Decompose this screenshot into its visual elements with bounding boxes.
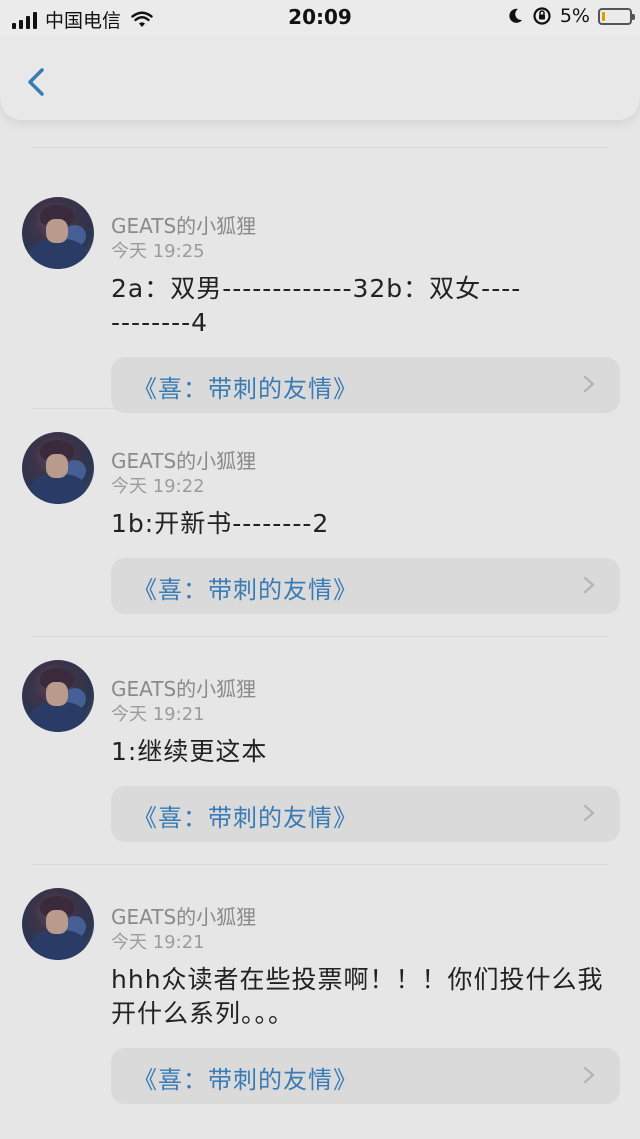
book-link-card[interactable]: 《喜：带刺的友情》 [111, 786, 620, 842]
post-feed: GEATS的小狐狸 今天 19:25 2a：双男-------------32b… [0, 120, 640, 1125]
book-title: 《喜：带刺的友情》 [133, 1066, 358, 1094]
avatar[interactable] [22, 432, 94, 504]
post-item: GEATS的小狐狸 今天 19:21 hhh众读者在些投票啊！！！你们投什么我开… [0, 865, 640, 1125]
author-name[interactable]: GEATS的小狐狸 [111, 210, 256, 239]
post-item: GEATS的小狐狸 今天 19:21 1:继续更这本 《喜：带刺的友情》 [0, 637, 640, 864]
author-name[interactable]: GEATS的小狐狸 [111, 901, 256, 930]
book-title: 《喜：带刺的友情》 [133, 804, 358, 832]
book-title: 《喜：带刺的友情》 [133, 375, 358, 403]
book-link-card[interactable]: 《喜：带刺的友情》 [111, 558, 620, 614]
post-item: GEATS的小狐狸 今天 19:22 1b:开新书--------2 《喜：带刺… [0, 409, 640, 636]
chevron-right-icon [583, 804, 595, 822]
nav-bar [0, 36, 640, 120]
chevron-right-icon [583, 576, 595, 594]
post-content: hhh众读者在些投票啊！！！你们投什么我开什么系列。。。 [111, 965, 604, 1028]
post-timestamp: 今天 19:21 [111, 704, 205, 725]
avatar[interactable] [22, 197, 94, 269]
post-timestamp: 今天 19:22 [111, 476, 205, 497]
avatar[interactable] [22, 660, 94, 732]
chevron-right-icon [583, 1066, 595, 1084]
post-content: 1:继续更这本 [111, 737, 268, 766]
post-content: 2a：双男-------------32b：双女------------4 [111, 274, 522, 337]
book-title: 《喜：带刺的友情》 [133, 576, 358, 604]
status-bar: 中国电信 20:09 5% [0, 0, 640, 36]
post-item: GEATS的小狐狸 今天 19:25 2a：双男-------------32b… [0, 148, 640, 413]
chevron-right-icon [583, 375, 595, 393]
book-link-card[interactable]: 《喜：带刺的友情》 [111, 357, 620, 413]
battery-icon [598, 7, 635, 25]
author-name[interactable]: GEATS的小狐狸 [111, 673, 256, 702]
status-right: 5% [506, 5, 635, 27]
rotation-lock-icon [533, 7, 551, 25]
author-name[interactable]: GEATS的小狐狸 [111, 445, 256, 474]
post-timestamp: 今天 19:21 [111, 932, 205, 953]
moon-icon [509, 8, 522, 23]
battery-percent: 5% [559, 5, 590, 27]
post-timestamp: 今天 19:25 [111, 241, 205, 262]
avatar[interactable] [22, 888, 94, 960]
post-content: 1b:开新书--------2 [111, 509, 330, 538]
back-button[interactable] [18, 62, 52, 102]
book-link-card[interactable]: 《喜：带刺的友情》 [111, 1048, 620, 1104]
